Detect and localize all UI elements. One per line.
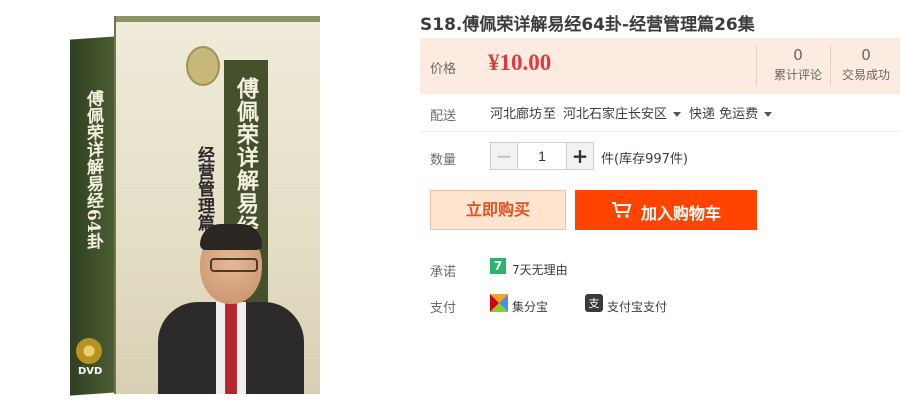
box-spine-title: 傅佩荣详解易经64卦 [83,89,103,251]
reviews-stat[interactable]: 0 累计评论 [762,46,834,83]
payment-method-jifenbao[interactable]: 集分宝 [512,298,548,315]
reviews-count: 0 [793,46,803,64]
shipping-method: 快递 免运费 [689,107,759,122]
shipping-origin: 河北廊坊 [490,107,543,122]
quantity-label: 数量 [430,153,457,168]
quantity-input[interactable] [517,142,567,170]
shipping-to: 至 [543,107,557,122]
shipping-destination: 河北石家庄长安区 [563,107,668,122]
shopping-cart-icon [612,202,632,218]
deals-stat: 0 交易成功 [830,46,902,83]
deals-label: 交易成功 [841,68,890,82]
quantity-plus-button[interactable]: + [566,142,594,170]
buy-now-button[interactable]: 立即购买 [430,190,566,230]
promise-label: 承诺 [430,265,457,280]
reviews-label: 累计评论 [773,68,822,82]
speaker-hair [200,224,262,250]
seal-badge-icon [186,46,220,86]
price-label: 价格 [430,62,457,77]
add-to-cart-label: 加入购物车 [641,204,722,223]
product-title: S18.傅佩荣详解易经64卦-经营管理篇26集 [420,15,755,35]
price-panel: 价格 ¥10.00 0 累计评论 0 交易成功 [420,38,900,94]
deals-count: 0 [861,46,871,64]
jifenbao-icon [490,294,508,312]
promise-text[interactable]: 7天无理由 [512,261,568,278]
product-image[interactable]: 傅佩荣详解易经64卦 DVD 经营管理篇 傅佩荣详解易经64卦 [62,16,320,396]
add-to-cart-button[interactable]: 加入购物车 [575,190,757,230]
payment-method-alipay[interactable]: 支付宝支付 [607,298,667,315]
speaker-glasses [210,258,258,272]
box-dvd-label: DVD [78,366,103,377]
shipping-destination-select[interactable]: 河北石家庄长安区 [563,103,682,122]
svg-text:支: 支 [589,297,600,310]
alipay-icon: 支 [585,294,603,312]
speaker-photo [158,224,304,394]
box-front: 经营管理篇 傅佩荣详解易经64卦 [114,16,320,394]
stat-divider [756,46,757,86]
dvd-disc-icon [76,338,102,364]
chevron-down-icon [673,112,682,117]
seven-day-return-icon: 7 [490,258,506,274]
box-top-strip [116,16,320,22]
speaker-tie [216,302,246,394]
stock-text: 件(库存997件) [601,152,688,167]
chevron-down-icon [764,112,773,117]
quantity-minus-button[interactable]: − [490,142,518,170]
divider [420,131,900,132]
shipping-method-select[interactable]: 快递 免运费 [689,103,773,122]
payment-label: 支付 [430,301,457,316]
price-value: ¥10.00 [488,50,552,75]
shipping-label: 配送 [430,109,457,124]
